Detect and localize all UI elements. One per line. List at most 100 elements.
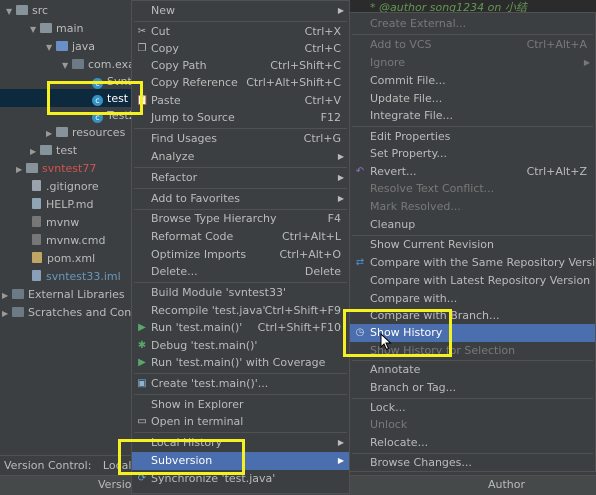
menu-item-branch-or-tag[interactable]: Branch or Tag... — [350, 379, 595, 397]
menu-item-run-coverage[interactable]: ▶ Run 'test.main()' with Coverage — [132, 354, 349, 372]
tree-item-main[interactable]: ▼ main — [30, 20, 83, 38]
menu-item-copy-reference[interactable]: Copy Reference Ctrl+Alt+Shift+C — [132, 74, 349, 92]
menu-item-run[interactable]: ▶ Run 'test.main()' Ctrl+Shift+F10 — [132, 319, 349, 337]
chevron-down-icon[interactable]: ▼ — [62, 57, 72, 75]
menu-label: Debug 'test.main()' — [151, 339, 258, 352]
menu-label: Build Module 'svntest33' — [151, 286, 286, 299]
menu-shortcut: Ctrl+X — [304, 25, 341, 38]
menu-label: Add to VCS — [370, 38, 432, 51]
chevron-right-icon[interactable]: ▶ — [2, 305, 12, 323]
chevron-down-icon[interactable]: ▼ — [30, 21, 40, 39]
menu-item-optimize-imports[interactable]: Optimize Imports Ctrl+Alt+O — [132, 246, 349, 264]
menu-label: Lock... — [370, 401, 406, 414]
tree-item-help-md[interactable]: HELP.md — [32, 196, 93, 214]
menu-item-reformat-code[interactable]: Reformat Code Ctrl+Alt+L — [132, 228, 349, 246]
menu-item-open-in-terminal[interactable]: ▭ Open in terminal — [132, 413, 349, 431]
menu-item-copy[interactable]: ❐ Copy Ctrl+C — [132, 40, 349, 58]
menu-item-find-usages[interactable]: Find Usages Ctrl+G — [132, 130, 349, 148]
tree-label: HELP.md — [46, 198, 94, 211]
menu-item-compare-with[interactable]: Compare with... — [350, 290, 595, 308]
chevron-right-icon[interactable]: ▶ — [46, 125, 56, 143]
menu-label: Mark Resolved... — [370, 200, 461, 213]
menu-separator — [134, 21, 347, 22]
menu-shortcut: Ctrl+Shift+C — [270, 59, 341, 72]
menu-item-analyze[interactable]: Analyze ▶ — [132, 148, 349, 166]
menu-item-recompile[interactable]: Recompile 'test.java' Ctrl+Shift+F9 — [132, 302, 349, 320]
menu-label: Compare with... — [370, 292, 458, 305]
script-file-icon — [32, 216, 41, 227]
menu-item-build-module[interactable]: Build Module 'svntest33' — [132, 284, 349, 302]
menu-item-delete[interactable]: Delete... Delete — [132, 263, 349, 281]
menu-label: Update File... — [370, 92, 443, 105]
menu-item-integrate-file[interactable]: Integrate File... — [350, 107, 595, 125]
tree-item-mvnw-cmd[interactable]: mvnw.cmd — [32, 232, 105, 250]
menu-item-add-to-vcs[interactable]: Add to VCS Ctrl+Alt+A — [350, 36, 595, 54]
tree-item-java[interactable]: ▼ java — [46, 38, 95, 56]
menu-shortcut: Ctrl+Alt+A — [526, 38, 587, 51]
menu-item-jump-to-source[interactable]: Jump to Source F12 — [132, 109, 349, 127]
tree-item-pom[interactable]: pom.xml — [32, 250, 95, 268]
chevron-right-icon[interactable]: ▶ — [2, 287, 12, 305]
menu-item-cut[interactable]: ✂ Cut Ctrl+X — [132, 23, 349, 41]
tree-item-gitignore[interactable]: .gitignore — [32, 178, 99, 196]
menu-shortcut: Ctrl+Alt+Shift+C — [246, 76, 341, 89]
menu-item-copy-path[interactable]: Copy Path Ctrl+Shift+C — [132, 57, 349, 75]
menu-label: Refactor — [151, 171, 198, 184]
menu-separator — [134, 188, 347, 189]
menu-item-add-to-favorites[interactable]: Add to Favorites ▶ — [132, 190, 349, 208]
menu-label: Copy Path — [151, 59, 207, 72]
menu-item-lock[interactable]: Lock... — [350, 399, 595, 417]
author-column-header[interactable]: Author — [488, 475, 525, 494]
menu-item-browse-type-hierarchy[interactable]: Browse Type Hierarchy F4 — [132, 210, 349, 228]
tree-item-package[interactable]: ▼ com.exa — [62, 56, 135, 74]
menu-item-new[interactable]: New ▶ — [132, 2, 349, 20]
tree-item-resources[interactable]: ▶ resources — [46, 124, 125, 142]
menu-item-commit-file[interactable]: Commit File... — [350, 72, 595, 90]
menu-item-compare-latest-version[interactable]: Compare with Latest Repository Version — [350, 272, 595, 290]
menu-item-update-file[interactable]: Update File... — [350, 90, 595, 108]
tree-item-svntest77[interactable]: ▶ svntest77 — [16, 160, 96, 178]
chevron-right-icon[interactable]: ▶ — [30, 143, 40, 161]
chevron-down-icon[interactable]: ▼ — [46, 39, 56, 57]
compare-icon: ⇄ — [355, 257, 365, 268]
chevron-down-icon[interactable]: ▼ — [6, 3, 16, 21]
menu-item-set-property[interactable]: Set Property... — [350, 145, 595, 163]
submenu-arrow-icon: ▶ — [337, 152, 344, 161]
maven-file-icon — [32, 252, 42, 263]
tree-item-mvnw[interactable]: mvnw — [32, 214, 79, 232]
menu-item-show-in-explorer[interactable]: Show in Explorer — [132, 396, 349, 414]
menu-item-show-current-revision[interactable]: Show Current Revision — [350, 236, 595, 254]
menu-item-cleanup[interactable]: Cleanup — [350, 216, 595, 234]
menu-item-debug[interactable]: ✱ Debug 'test.main()' — [132, 337, 349, 355]
tree-label: svntest77 — [42, 162, 97, 175]
menu-item-browse-changes[interactable]: Browse Changes... — [350, 454, 595, 472]
menu-item-edit-properties[interactable]: Edit Properties — [350, 128, 595, 146]
tree-item-src[interactable]: ▼ src — [6, 2, 48, 20]
menu-label: Integrate File... — [370, 109, 454, 122]
menu-item-paste[interactable]: 📋 Paste Ctrl+V — [132, 92, 349, 110]
menu-label: Recompile 'test.java' — [151, 304, 266, 317]
version-column-header[interactable]: Versio — [98, 475, 131, 494]
menu-item-relocate[interactable]: Relocate... — [350, 434, 595, 452]
chevron-right-icon[interactable]: ▶ — [16, 161, 26, 179]
menu-shortcut: Ctrl+Alt+L — [281, 230, 341, 243]
terminal-icon: ▭ — [137, 416, 147, 427]
menu-item-resolve-text-conflict[interactable]: Resolve Text Conflict... — [350, 180, 595, 198]
folder-icon — [40, 23, 52, 33]
menu-item-ignore[interactable]: Ignore ▶ — [350, 54, 595, 72]
menu-separator — [134, 432, 347, 433]
menu-separator — [352, 34, 593, 35]
menu-shortcut: F12 — [320, 111, 341, 124]
menu-item-create-run-config[interactable]: ▣ Create 'test.main()'... — [132, 375, 349, 393]
menu-item-mark-resolved[interactable]: Mark Resolved... — [350, 198, 595, 216]
menu-item-unlock[interactable]: Unlock — [350, 416, 595, 434]
tree-item-test-folder[interactable]: ▶ test — [30, 142, 77, 160]
tree-item-iml[interactable]: svntest33.iml — [32, 268, 121, 286]
menu-item-compare-same-version[interactable]: ⇄ Compare with the Same Repository Versio… — [350, 254, 596, 272]
menu-label: Show in Explorer — [151, 398, 244, 411]
menu-item-refactor[interactable]: Refactor ▶ — [132, 169, 349, 187]
menu-item-create-external[interactable]: Create External... — [350, 15, 595, 33]
menu-item-annotate[interactable]: Annotate — [350, 361, 595, 379]
tree-item-external-libraries[interactable]: ▶ External Libraries — [2, 286, 125, 304]
menu-item-revert[interactable]: ↶ Revert... Ctrl+Alt+Z — [350, 163, 595, 181]
